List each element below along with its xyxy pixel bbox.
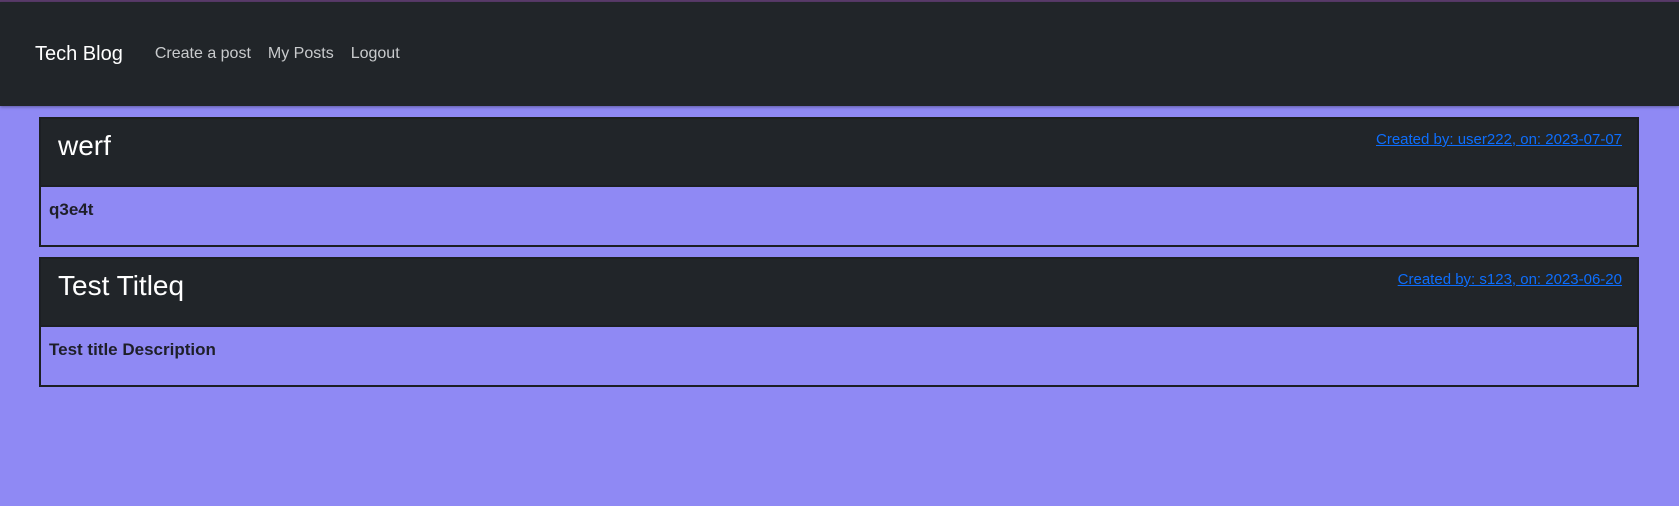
post-card: werf Created by: user222, on: 2023-07-07… <box>39 117 1639 247</box>
post-meta-link[interactable]: Created by: user222, on: 2023-07-07 <box>1376 131 1622 148</box>
brand-link[interactable]: Tech Blog <box>35 43 123 66</box>
post-description: Test title Description <box>49 340 216 359</box>
post-header: Test Titleq Created by: s123, on: 2023-0… <box>41 259 1637 327</box>
navbar: Tech Blog Create a post My Posts Logout <box>0 2 1679 106</box>
post-header: werf Created by: user222, on: 2023-07-07 <box>41 119 1637 187</box>
post-description: q3e4t <box>49 200 94 219</box>
nav-create-post-link[interactable]: Create a post <box>155 45 251 63</box>
nav-my-posts-link[interactable]: My Posts <box>268 45 334 63</box>
post-body: Test title Description <box>41 327 1637 385</box>
nav-logout-link[interactable]: Logout <box>351 45 400 63</box>
posts-list: werf Created by: user222, on: 2023-07-07… <box>39 117 1639 397</box>
post-title: Test Titleq <box>58 270 185 301</box>
post-body: q3e4t <box>41 187 1637 245</box>
post-card: Test Titleq Created by: s123, on: 2023-0… <box>39 257 1639 387</box>
post-title: werf <box>58 130 111 161</box>
post-meta-link[interactable]: Created by: s123, on: 2023-06-20 <box>1398 271 1622 288</box>
nav-links: Create a post My Posts Logout <box>155 45 400 63</box>
